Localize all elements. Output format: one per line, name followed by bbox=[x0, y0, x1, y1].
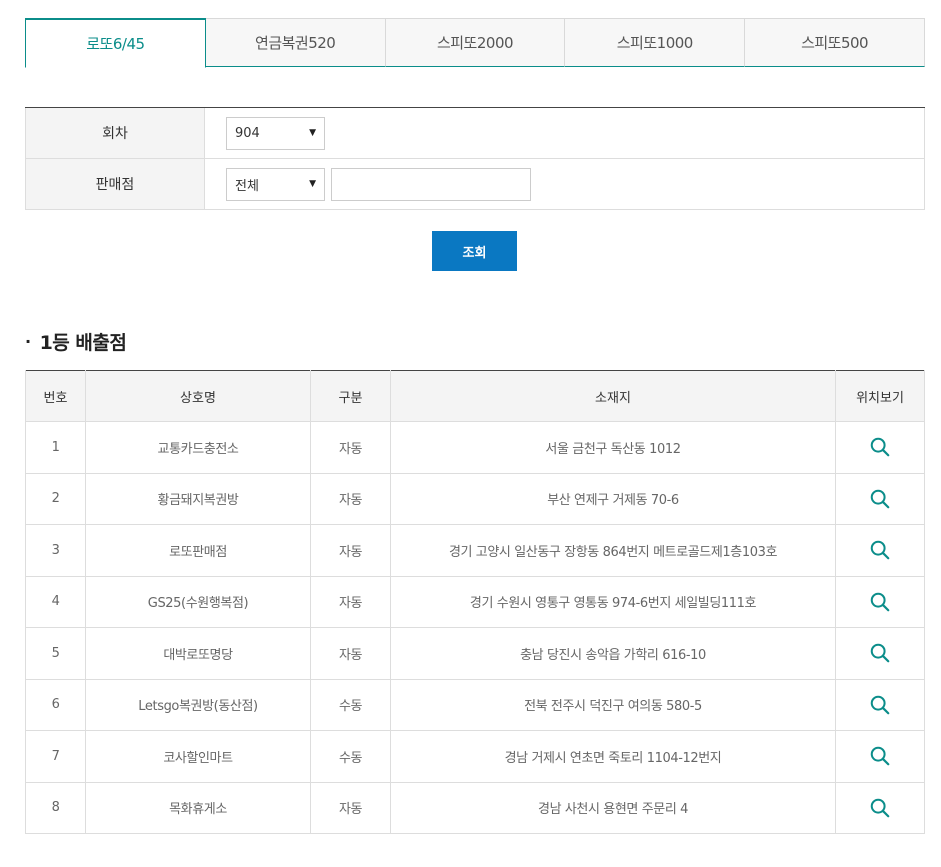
round-field-cell: 904 ▼ bbox=[205, 108, 925, 158]
cell-number: 7 bbox=[25, 730, 86, 783]
chevron-down-icon: ▼ bbox=[309, 179, 316, 189]
cell-store-name: 황금돼지복권방 bbox=[85, 472, 311, 525]
cell-address: 경남 거제시 연초면 죽토리 1104-12번지 bbox=[390, 730, 836, 783]
cell-location bbox=[835, 524, 925, 577]
table-row: 1 교통카드충전소 자동 서울 금천구 독산동 1012 bbox=[25, 421, 925, 474]
search-icon[interactable] bbox=[869, 797, 891, 819]
header-store-name: 상호명 bbox=[85, 370, 311, 422]
cell-location bbox=[835, 421, 925, 474]
search-icon[interactable] bbox=[869, 745, 891, 767]
cell-store-name: 대박로또명당 bbox=[85, 627, 311, 680]
cell-number: 6 bbox=[25, 678, 86, 731]
tab-lotto645[interactable]: 로또6/45 bbox=[25, 18, 206, 68]
cell-number: 3 bbox=[25, 524, 86, 577]
search-form: 회차 904 ▼ 판매점 전체 ▼ bbox=[25, 107, 925, 210]
table-row: 5 대박로또명당 자동 충남 당진시 송악읍 가학리 616-10 bbox=[25, 627, 925, 680]
search-icon[interactable] bbox=[869, 694, 891, 716]
cell-address: 충남 당진시 송악읍 가학리 616-10 bbox=[390, 627, 836, 680]
tab-speetto1000[interactable]: 스피또1000 bbox=[565, 18, 746, 67]
cell-address: 경기 고양시 일산동구 장항동 864번지 메트로골드제1층103호 bbox=[390, 524, 836, 577]
search-icon[interactable] bbox=[869, 488, 891, 510]
cell-location bbox=[835, 781, 925, 834]
region-select[interactable]: 전체 ▼ bbox=[226, 167, 325, 201]
cell-type: 자동 bbox=[310, 575, 391, 628]
search-icon[interactable] bbox=[869, 539, 891, 561]
search-icon[interactable] bbox=[869, 436, 891, 458]
search-icon[interactable] bbox=[869, 591, 891, 613]
cell-type: 자동 bbox=[310, 524, 391, 577]
cell-address: 전북 전주시 덕진구 여의동 580-5 bbox=[390, 678, 836, 731]
cell-location bbox=[835, 678, 925, 731]
cell-type: 수동 bbox=[310, 730, 391, 783]
header-address: 소재지 bbox=[390, 370, 836, 422]
header-location: 위치보기 bbox=[835, 370, 925, 422]
table-row: 3 로또판매점 자동 경기 고양시 일산동구 장항동 864번지 메트로골드제1층10… bbox=[25, 524, 925, 577]
cell-number: 1 bbox=[25, 421, 86, 474]
cell-location bbox=[835, 627, 925, 680]
cell-address: 경남 사천시 용현면 주문리 4 bbox=[390, 781, 836, 834]
cell-location bbox=[835, 575, 925, 628]
cell-type: 자동 bbox=[310, 421, 391, 474]
cell-store-name: 로또판매점 bbox=[85, 524, 311, 577]
round-label: 회차 bbox=[25, 108, 205, 158]
tab-pension520[interactable]: 연금복권520 bbox=[205, 18, 386, 67]
winning-stores-table: 번호 상호명 구분 소재지 위치보기 1 교통카드충전소 자동 서울 금천구 독산동 … bbox=[25, 370, 925, 834]
cell-address: 부산 연제구 거제동 70-6 bbox=[390, 472, 836, 525]
chevron-down-icon: ▼ bbox=[309, 128, 316, 138]
round-select[interactable]: 904 ▼ bbox=[226, 116, 325, 150]
region-select-value: 전체 bbox=[235, 178, 259, 194]
search-icon[interactable] bbox=[869, 642, 891, 664]
header-type: 구분 bbox=[310, 370, 391, 422]
table-row: 4 GS25(수원행복점) 자동 경기 수원시 영통구 영통동 974-6번지 세일빌… bbox=[25, 575, 925, 628]
form-row-store: 판매점 전체 ▼ bbox=[25, 159, 925, 210]
cell-store-name: GS25(수원행복점) bbox=[85, 575, 311, 628]
header-number: 번호 bbox=[25, 370, 86, 422]
tab-speetto2000[interactable]: 스피또2000 bbox=[385, 18, 566, 67]
cell-number: 8 bbox=[25, 781, 86, 834]
cell-number: 5 bbox=[25, 627, 86, 680]
cell-store-name: Letsgo복권방(동산점) bbox=[85, 678, 311, 731]
cell-location bbox=[835, 472, 925, 525]
table-row: 8 목화휴게소 자동 경남 사천시 용현면 주문리 4 bbox=[25, 781, 925, 834]
cell-type: 수동 bbox=[310, 678, 391, 731]
cell-store-name: 코사할인마트 bbox=[85, 730, 311, 783]
cell-address: 경기 수원시 영통구 영통동 974-6번지 세일빌딩111호 bbox=[390, 575, 836, 628]
cell-address: 서울 금천구 독산동 1012 bbox=[390, 421, 836, 474]
cell-type: 자동 bbox=[310, 781, 391, 834]
cell-store-name: 교통카드충전소 bbox=[85, 421, 311, 474]
store-field-cell: 전체 ▼ bbox=[205, 159, 925, 209]
search-button[interactable]: 조회 bbox=[432, 231, 517, 271]
cell-number: 4 bbox=[25, 575, 86, 628]
cell-type: 자동 bbox=[310, 627, 391, 680]
cell-location bbox=[835, 730, 925, 783]
tab-speetto500[interactable]: 스피또500 bbox=[745, 18, 925, 67]
table-row: 2 황금돼지복권방 자동 부산 연제구 거제동 70-6 bbox=[25, 472, 925, 525]
table-row: 7 코사할인마트 수동 경남 거제시 연초면 죽토리 1104-12번지 bbox=[25, 730, 925, 783]
game-tabs: 로또6/45 연금복권520 스피또2000 스피또1000 스피또500 bbox=[25, 18, 925, 68]
table-row: 6 Letsgo복권방(동산점) 수동 전북 전주시 덕진구 여의동 580-5 bbox=[25, 678, 925, 731]
store-name-input[interactable] bbox=[331, 167, 531, 201]
cell-number: 2 bbox=[25, 472, 86, 525]
cell-type: 자동 bbox=[310, 472, 391, 525]
table-header-row: 번호 상호명 구분 소재지 위치보기 bbox=[25, 370, 925, 422]
section-title-text: 1등 배출점 bbox=[39, 332, 127, 354]
bullet-icon: · bbox=[25, 332, 31, 351]
store-label: 판매점 bbox=[25, 159, 205, 209]
round-select-value: 904 bbox=[235, 125, 260, 141]
section-title: · 1등 배출점 bbox=[25, 328, 127, 355]
form-row-round: 회차 904 ▼ bbox=[25, 108, 925, 159]
cell-store-name: 목화휴게소 bbox=[85, 781, 311, 834]
